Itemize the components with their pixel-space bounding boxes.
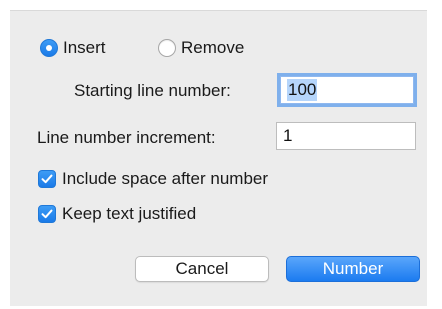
include-space-label: Include space after number: [62, 169, 269, 188]
increment-label: Line number increment:: [37, 128, 216, 147]
starting-line-value: 100: [287, 79, 318, 101]
radio-insert-indicator[interactable]: [40, 39, 58, 57]
keep-justified-option[interactable]: Keep text justified: [38, 204, 196, 224]
starting-line-label: Starting line number:: [74, 81, 231, 100]
keep-justified-label: Keep text justified: [62, 204, 197, 223]
include-space-checkbox[interactable]: [38, 170, 56, 188]
radio-remove-label: Remove: [181, 38, 245, 57]
checkmark-icon: [41, 174, 53, 184]
dialog-divider: [10, 10, 427, 11]
include-space-option[interactable]: Include space after number: [38, 169, 268, 189]
increment-row: Line number increment:: [37, 126, 216, 150]
checkmark-icon: [41, 209, 53, 219]
radio-insert-label: Insert: [63, 38, 106, 57]
increment-value: 1: [283, 126, 293, 145]
cancel-button[interactable]: Cancel: [135, 256, 269, 282]
radio-insert[interactable]: Insert: [40, 38, 106, 58]
increment-input[interactable]: 1: [276, 122, 416, 150]
radio-remove[interactable]: Remove: [158, 38, 244, 58]
starting-line-input[interactable]: 100: [280, 76, 414, 104]
number-button[interactable]: Number: [286, 256, 420, 282]
radio-remove-indicator[interactable]: [158, 39, 176, 57]
keep-justified-checkbox[interactable]: [38, 205, 56, 223]
starting-line-row: Starting line number:: [74, 79, 231, 103]
